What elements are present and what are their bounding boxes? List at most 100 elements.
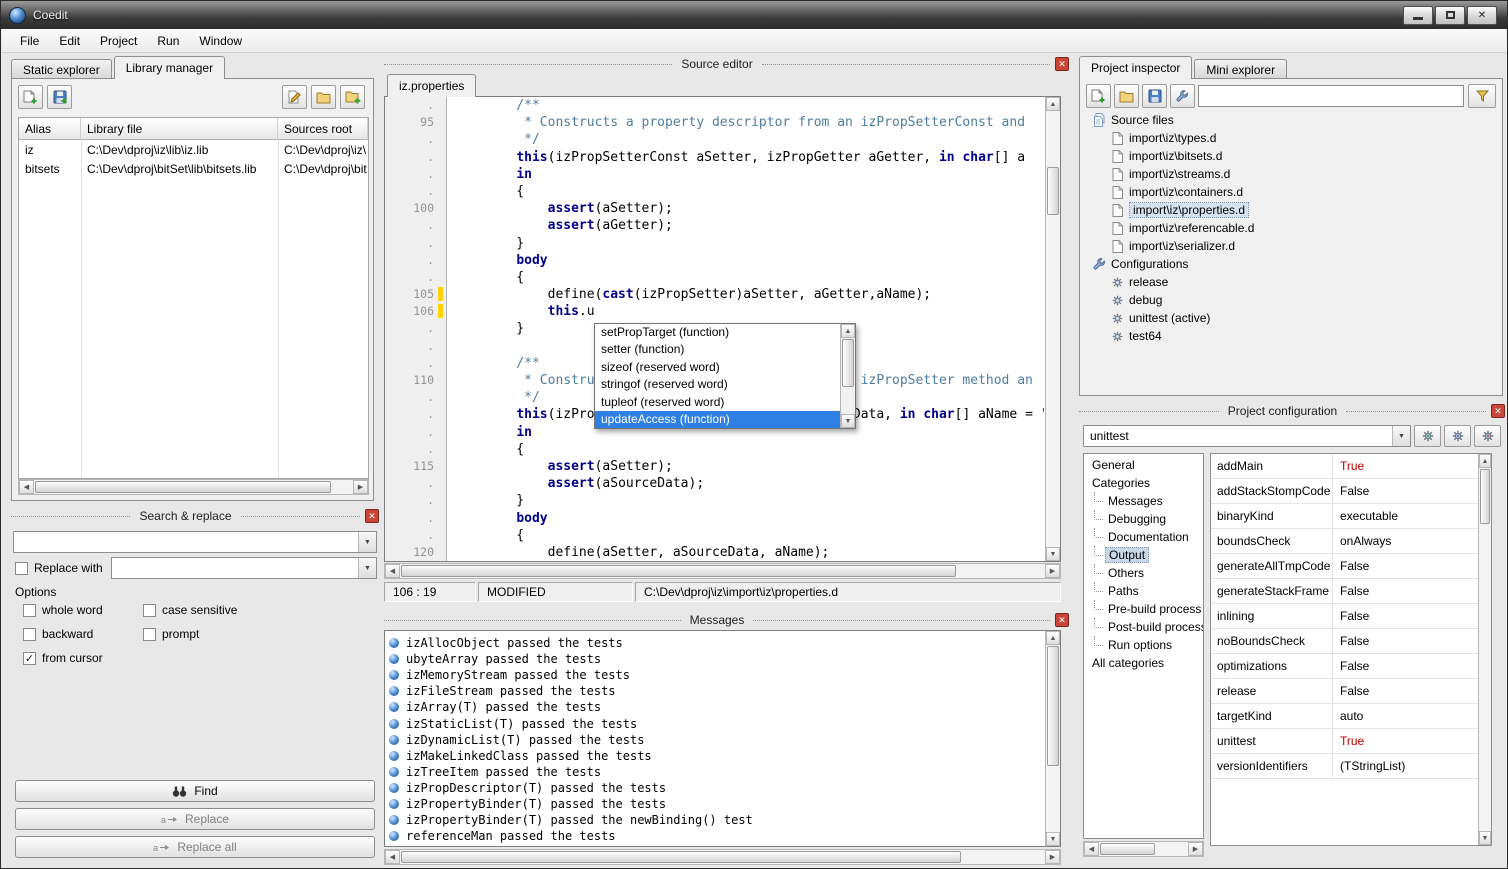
code-line[interactable]: }	[485, 235, 1045, 252]
gutter-line[interactable]: .	[385, 441, 446, 458]
replace-with-checkbox[interactable]: Replace with	[15, 561, 103, 575]
scroll-right-arrow[interactable]: ▶	[1045, 850, 1060, 864]
messages-h-scrollbar[interactable]: ◀ ▶	[384, 849, 1061, 865]
tree-node[interactable]: import\iz\streams.d	[1084, 165, 1498, 183]
gutter-line[interactable]: .	[385, 510, 446, 527]
chevron-down-icon[interactable]: ▼	[358, 532, 376, 552]
gutter-line[interactable]: 110	[385, 372, 446, 389]
gutter-line[interactable]: 105	[385, 286, 446, 303]
message-item[interactable]: izFileStream passed the tests	[389, 683, 1041, 699]
gutter-line[interactable]: 95	[385, 114, 446, 131]
gutter-line[interactable]: .	[385, 355, 446, 372]
tree-node[interactable]: unittest (active)	[1084, 309, 1498, 327]
message-item[interactable]: izArray(T) passed the tests	[389, 699, 1041, 715]
tab-project-inspector[interactable]: Project inspector	[1079, 56, 1192, 79]
editor-h-scrollbar[interactable]: ◀ ▶	[384, 563, 1061, 579]
properties-v-scrollbar[interactable]: ▲ ▼	[1478, 454, 1491, 845]
tab-mini-explorer[interactable]: Mini explorer	[1194, 59, 1287, 79]
gutter-line[interactable]: .	[385, 166, 446, 183]
close-window-button[interactable]: ✕	[1467, 6, 1497, 25]
property-name[interactable]: binaryKind	[1211, 504, 1333, 528]
scroll-up-arrow[interactable]: ▲	[1046, 631, 1060, 645]
checkbox-prompt[interactable]: prompt	[143, 627, 343, 641]
code-line[interactable]: body	[485, 252, 1045, 269]
message-item[interactable]: izPropertyBinder(T) passed the newBindin…	[389, 812, 1041, 828]
scroll-up-arrow[interactable]: ▲	[1479, 454, 1491, 468]
property-value[interactable]: False	[1333, 479, 1478, 503]
chevron-down-icon[interactable]: ▼	[1392, 426, 1410, 446]
category-item[interactable]: General	[1084, 456, 1203, 474]
tab-static-explorer[interactable]: Static explorer	[11, 59, 112, 79]
gutter-line[interactable]: .	[385, 424, 446, 441]
tree-node[interactable]: debug	[1084, 291, 1498, 309]
property-name[interactable]: versionIdentifiers	[1211, 754, 1333, 778]
code-line[interactable]: this(izPropSetterConst aSetter, izPropGe…	[485, 149, 1045, 166]
menu-run[interactable]: Run	[147, 31, 189, 51]
column-header[interactable]: Alias	[19, 118, 81, 140]
message-item[interactable]: izPropertyBinder(T) passed the tests	[389, 796, 1041, 812]
tree-node[interactable]: import\iz\bitsets.d	[1084, 147, 1498, 165]
gutter-line[interactable]: .	[385, 492, 446, 509]
property-name[interactable]: generateStackFrame	[1211, 579, 1333, 603]
scroll-down-arrow[interactable]: ▼	[1046, 832, 1060, 846]
scroll-right-arrow[interactable]: ▶	[353, 480, 368, 494]
edit-library-button[interactable]	[282, 85, 307, 109]
clone-configuration-button[interactable]	[1444, 425, 1471, 447]
property-name[interactable]: release	[1211, 679, 1333, 703]
tree-node-source-files[interactable]: Source files	[1084, 111, 1498, 129]
code-line[interactable]: }	[485, 492, 1045, 509]
checkbox-whole-word[interactable]: whole word	[23, 603, 143, 617]
maximize-button[interactable]	[1435, 6, 1465, 25]
scrollbar-thumb[interactable]	[35, 481, 331, 493]
message-item[interactable]: izMemoryStream passed the tests	[389, 667, 1041, 683]
scroll-down-arrow[interactable]: ▼	[1046, 547, 1060, 561]
open-project-button[interactable]	[1114, 84, 1139, 108]
scroll-left-arrow[interactable]: ◀	[385, 564, 400, 578]
property-name[interactable]: optimizations	[1211, 654, 1333, 678]
scroll-down-arrow[interactable]: ▼	[1479, 831, 1491, 845]
code-line[interactable]: {	[485, 183, 1045, 200]
replace-term-combobox[interactable]: ▼	[111, 557, 377, 579]
library-h-scrollbar[interactable]: ◀ ▶	[18, 479, 369, 495]
gutter-line[interactable]: .	[385, 475, 446, 492]
completion-item[interactable]: sizeof (reserved word)	[595, 359, 840, 376]
scroll-left-arrow[interactable]: ◀	[19, 480, 34, 494]
category-item[interactable]: Documentation	[1084, 528, 1203, 546]
close-search-panel-button[interactable]: ✕	[365, 509, 379, 523]
find-button[interactable]: Find	[15, 780, 375, 802]
remove-configuration-button[interactable]	[1474, 425, 1501, 447]
message-item[interactable]: izMakeLinkedClass passed the tests	[389, 748, 1041, 764]
property-value[interactable]: False	[1333, 629, 1478, 653]
completion-item[interactable]: stringof (reserved word)	[595, 376, 840, 393]
property-value[interactable]: (TStringList)	[1333, 754, 1478, 778]
gutter-line[interactable]: .	[385, 269, 446, 286]
property-value[interactable]: executable	[1333, 504, 1478, 528]
category-item[interactable]: Paths	[1084, 582, 1203, 600]
scrollbar-thumb[interactable]	[842, 339, 854, 387]
menu-window[interactable]: Window	[189, 31, 252, 51]
add-configuration-button[interactable]	[1414, 425, 1441, 447]
scroll-right-arrow[interactable]: ▶	[1188, 842, 1203, 856]
gutter-line[interactable]: .	[385, 389, 446, 406]
menu-file[interactable]: File	[10, 31, 49, 51]
gutter-line[interactable]: .	[385, 252, 446, 269]
scrollbar-thumb[interactable]	[1047, 646, 1059, 766]
open-folder-button[interactable]	[311, 85, 336, 109]
code-line[interactable]: * Constructs a property descriptor from …	[485, 114, 1045, 131]
code-line[interactable]: assert(aGetter);	[485, 217, 1045, 234]
property-name[interactable]: unittest	[1211, 729, 1333, 753]
configuration-combobox[interactable]: unittest ▼	[1083, 425, 1411, 447]
property-value[interactable]: False	[1333, 679, 1478, 703]
column-header[interactable]: Sources root	[278, 118, 368, 140]
code-line[interactable]: {	[485, 441, 1045, 458]
gutter-line[interactable]: 115	[385, 458, 446, 475]
gutter-line[interactable]: .	[385, 131, 446, 148]
category-item[interactable]: Run options	[1084, 636, 1203, 654]
categories-h-scrollbar[interactable]: ◀ ▶	[1083, 841, 1204, 857]
category-item[interactable]: Post-build process	[1084, 618, 1203, 636]
gutter-line[interactable]: .	[385, 149, 446, 166]
filter-button[interactable]	[1468, 84, 1496, 108]
message-item[interactable]: izPropDescriptor(T) passed the tests	[389, 780, 1041, 796]
property-name[interactable]: boundsCheck	[1211, 529, 1333, 553]
code-line[interactable]: {	[485, 527, 1045, 544]
